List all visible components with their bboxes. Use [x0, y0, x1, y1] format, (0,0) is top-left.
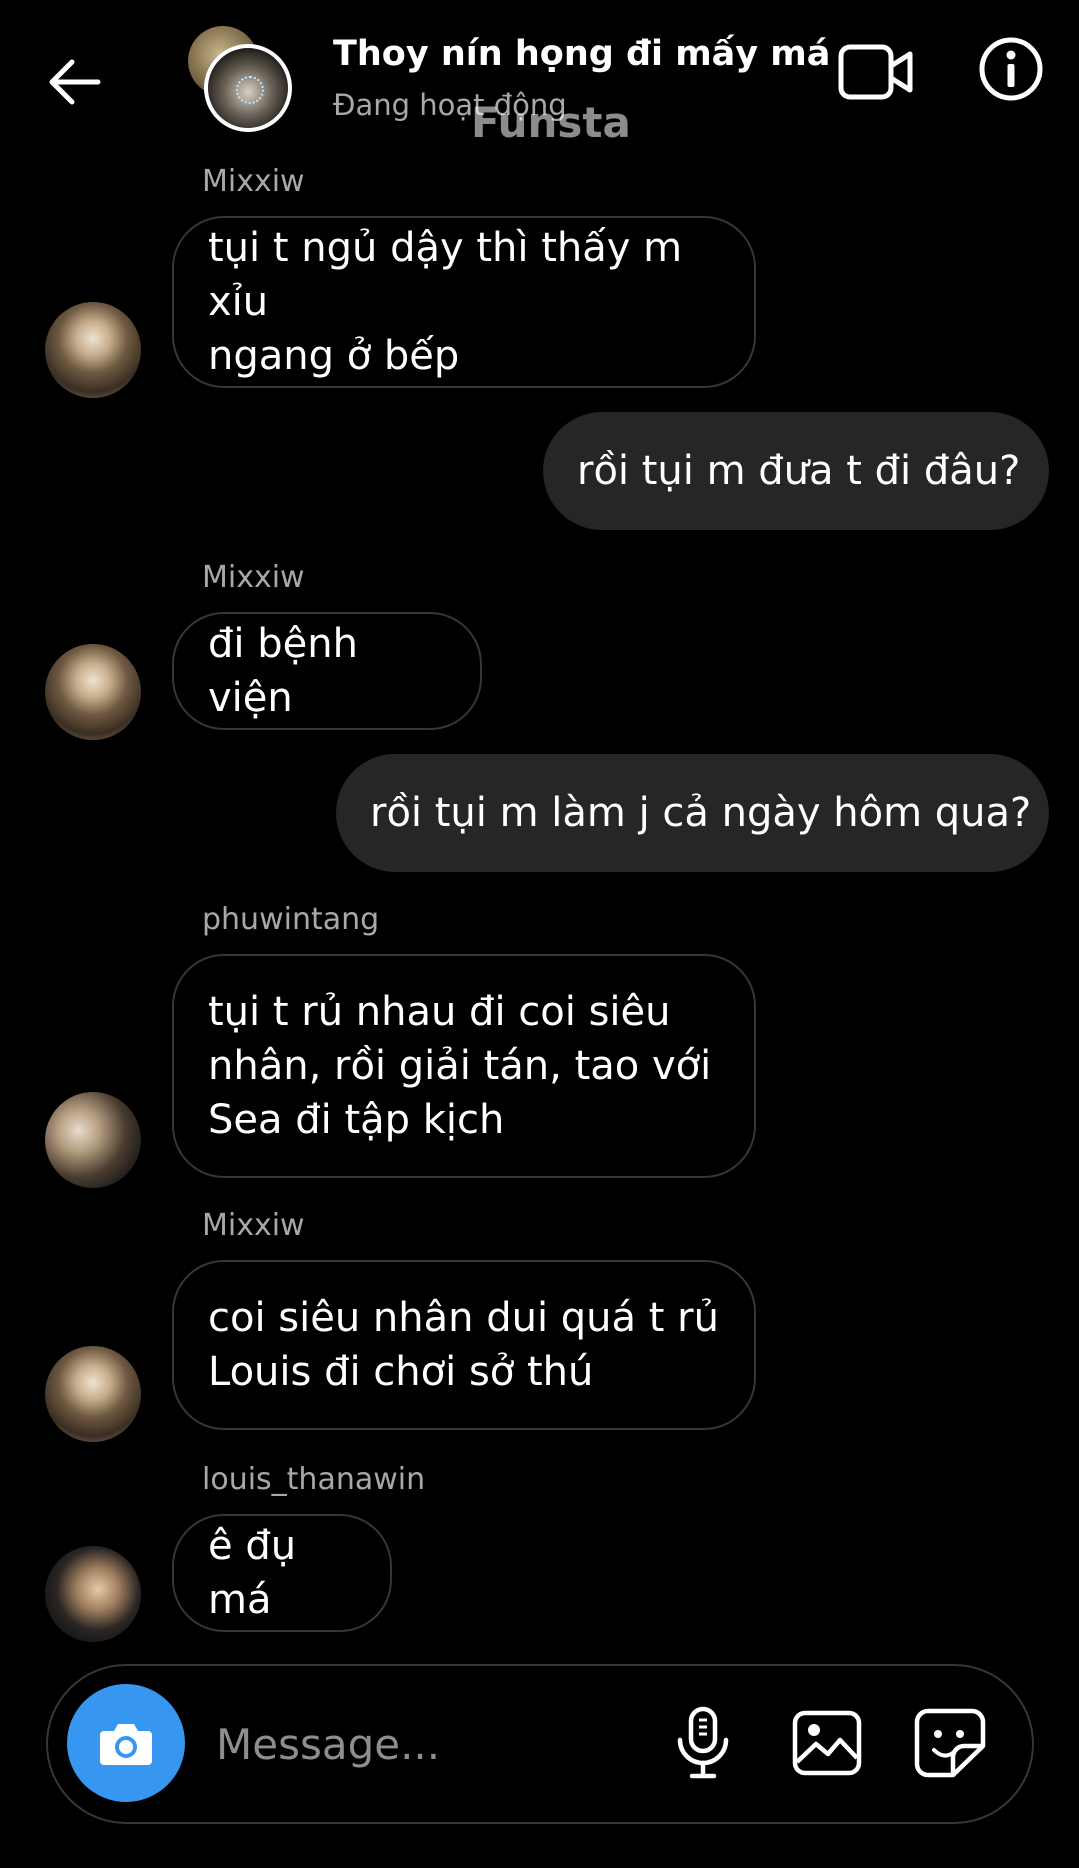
video-call-icon[interactable] [838, 42, 914, 102]
message-line: nhân, rồi giải tán, tao với [208, 1043, 712, 1089]
sender-name: Mixxiw [202, 560, 305, 595]
sticker-icon[interactable] [914, 1708, 986, 1778]
sender-name: phuwintang [202, 902, 380, 937]
avatar[interactable] [45, 1546, 141, 1642]
microphone-icon[interactable] [672, 1706, 734, 1780]
message-line: ngang ở bếp [208, 333, 460, 379]
group-avatar-front [204, 44, 292, 132]
message-line: Louis đi chơi sở thú [208, 1349, 594, 1395]
incoming-message-bubble[interactable]: tụi t rủ nhau đi coi siêu nhân, rồi giải… [172, 954, 756, 1178]
message-line: tụi t ngủ dậy thì thấy m xỉu [208, 225, 683, 325]
chat-title[interactable]: Thoy nín họng đi mấy má [333, 34, 830, 74]
message-line: tụi t rủ nhau đi coi siêu [208, 989, 671, 1035]
incoming-message-bubble[interactable]: ê đụ má [172, 1514, 392, 1632]
camera-button[interactable] [67, 1684, 185, 1802]
message-input[interactable] [216, 1712, 636, 1776]
avatar[interactable] [45, 1346, 141, 1442]
avatar[interactable] [45, 302, 141, 398]
info-icon[interactable] [978, 36, 1044, 102]
sender-name: Mixxiw [202, 1208, 305, 1243]
gallery-icon[interactable] [792, 1710, 862, 1776]
message-text: rồi tụi m làm j cả ngày hôm qua? [370, 790, 1032, 836]
outgoing-message-bubble[interactable]: rồi tụi m đưa t đi đâu? [543, 412, 1049, 530]
avatar[interactable] [45, 644, 141, 740]
incoming-message-bubble[interactable]: đi bệnh viện [172, 612, 482, 730]
message-line: Sea đi tập kịch [208, 1097, 505, 1143]
camera-icon [100, 1724, 152, 1765]
sender-name: louis_thanawin [202, 1462, 426, 1497]
group-avatar[interactable] [188, 26, 296, 132]
outgoing-message-bubble[interactable]: rồi tụi m làm j cả ngày hôm qua? [336, 754, 1049, 872]
message-text: ê đụ má [208, 1523, 297, 1623]
back-arrow-icon[interactable] [44, 52, 104, 112]
incoming-message-bubble[interactable]: tụi t ngủ dậy thì thấy m xỉu ngang ở bếp [172, 216, 756, 388]
avatar[interactable] [45, 1092, 141, 1188]
incoming-message-bubble[interactable]: coi siêu nhân dui quá t rủ Louis đi chơi… [172, 1260, 756, 1430]
message-text: đi bệnh viện [208, 621, 358, 721]
sender-name: Mixxiw [202, 164, 305, 199]
message-text: rồi tụi m đưa t đi đâu? [577, 448, 1021, 494]
message-line: coi siêu nhân dui quá t rủ [208, 1295, 719, 1341]
watermark: Funsta [471, 98, 631, 147]
